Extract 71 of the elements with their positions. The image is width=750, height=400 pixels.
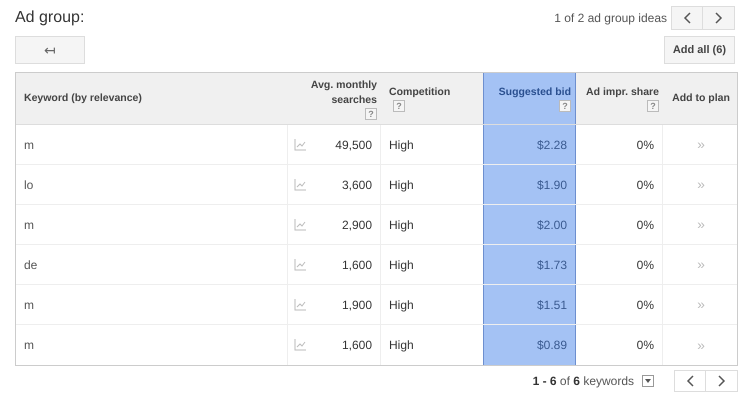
keyword-cell-text: m [24, 337, 34, 354]
column-label: Competition [389, 85, 450, 100]
add-to-plan-button[interactable]: » [697, 214, 705, 235]
bid-cell-text: $0.89 [536, 337, 567, 354]
keyword-cell-text: m [24, 136, 34, 154]
ad-share-cell-text: 0% [636, 256, 654, 274]
column-label: Ad impr. share [586, 85, 659, 100]
pager-text: 1 of 2 ad group ideas [554, 10, 667, 27]
searches-cell-text: 49,500 [335, 136, 372, 154]
competition-cell-text: High [389, 337, 414, 354]
keyword-count-text: 1 - 6 of 6 keywords [532, 373, 634, 390]
searches-cell-text: 1,900 [342, 296, 372, 314]
help-icon[interactable]: ? [647, 100, 659, 112]
trend-chart-icon[interactable] [294, 339, 306, 351]
add-all-button[interactable]: Add all (6) [664, 36, 735, 64]
keyword-cell-text: m [24, 296, 34, 314]
searches-cell-text: 2,900 [342, 216, 372, 234]
next-button[interactable] [706, 370, 738, 392]
column-label: Suggested bid [498, 85, 571, 100]
chevron-left-icon [683, 12, 691, 24]
searches-cell-text: 1,600 [342, 337, 372, 354]
bid-cell-text: $1.90 [536, 176, 567, 194]
competition-cell-text: High [389, 256, 414, 274]
keyword-cell-text: m [24, 216, 34, 234]
trend-chart-icon[interactable] [294, 298, 306, 310]
competition-cell-text: High [389, 176, 414, 194]
ad-share-cell-text: 0% [636, 296, 654, 314]
competition-cell-text: High [389, 136, 414, 154]
trend-chart-icon[interactable] [294, 178, 306, 190]
column-header[interactable]: Suggested bid ? [483, 73, 576, 124]
competition-cell-text: High [389, 296, 414, 314]
trend-chart-icon[interactable] [294, 258, 306, 270]
help-icon[interactable]: ? [365, 108, 377, 120]
searches-cell-text: 1,600 [342, 256, 372, 274]
column-header[interactable]: Avg. monthly searches ? [288, 73, 381, 124]
chevron-left-icon [686, 375, 694, 387]
ad-share-cell-text: 0% [636, 176, 654, 194]
chevron-right-icon [714, 12, 722, 24]
bid-cell-text: $2.28 [536, 136, 567, 154]
trend-chart-icon[interactable] [294, 218, 306, 230]
bid-cell-text: $1.51 [536, 296, 567, 314]
keyword-cell-text: lo [24, 176, 34, 194]
column-header[interactable]: Competition ? [381, 73, 483, 124]
add-to-plan-button[interactable]: » [697, 134, 705, 155]
help-icon[interactable]: ? [393, 100, 405, 112]
add-to-plan-button[interactable]: » [697, 294, 705, 315]
back-button[interactable]: ↤ [15, 36, 85, 64]
searches-cell-text: 3,600 [342, 176, 372, 194]
previous-button[interactable] [674, 370, 706, 392]
bid-cell-text: $1.73 [536, 256, 567, 274]
column-header[interactable]: Ad impr. share ? [576, 73, 663, 124]
add-to-plan-button[interactable]: » [697, 334, 705, 356]
trend-chart-icon[interactable] [294, 138, 306, 150]
competition-cell-text: High [389, 216, 414, 234]
ad-share-cell-text: 0% [636, 136, 654, 154]
chevron-right-icon [718, 375, 726, 387]
keyword-cell-text: de [24, 256, 38, 274]
column-label: Avg. monthly searches [310, 78, 377, 108]
column-header[interactable]: Add to plan [663, 73, 739, 124]
caret-icon [645, 379, 651, 383]
help-icon[interactable]: ? [559, 100, 571, 112]
add-to-plan-button[interactable]: » [697, 174, 705, 195]
add-to-plan-button[interactable]: » [697, 254, 705, 275]
column-header[interactable]: Keyword (by relevance) [16, 73, 288, 124]
ad-share-cell-text: 0% [636, 337, 654, 354]
bid-cell-text: $2.00 [536, 216, 567, 234]
column-label: Keyword (by relevance) [24, 91, 142, 106]
ad-share-cell-text: 0% [636, 216, 654, 234]
dropdown-button[interactable] [642, 375, 654, 387]
ad-group-title: Ad group: [15, 8, 84, 28]
column-label: Add to plan [672, 91, 730, 106]
